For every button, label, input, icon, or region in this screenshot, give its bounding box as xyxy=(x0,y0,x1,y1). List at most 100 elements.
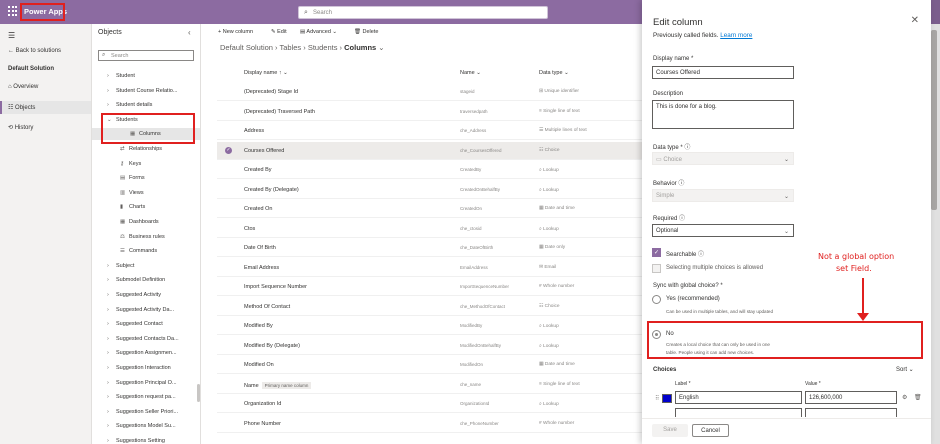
cell-display-name-text: Date Of Birth xyxy=(244,245,276,251)
delete-choice-icon[interactable]: 🗑 xyxy=(914,394,922,401)
tree-item[interactable]: › Suggested Activity Da... xyxy=(107,307,174,313)
tree-item[interactable]: › Suggestions Model Su... xyxy=(107,423,176,429)
chevron-down-icon: ⌄ xyxy=(783,157,789,163)
cell-name: ModifiedBy xyxy=(460,323,483,328)
row-selected-icon[interactable]: ✓ xyxy=(225,146,232,154)
tree-item[interactable]: › Student details xyxy=(107,102,152,108)
choice-label-input-next[interactable] xyxy=(675,408,802,417)
panel-title: Edit column xyxy=(653,17,703,28)
breadcrumb-students[interactable]: Students xyxy=(308,43,338,52)
choice-color-swatch[interactable] xyxy=(662,394,672,403)
display-name-input[interactable]: Courses Offered xyxy=(652,66,794,79)
drag-handle-icon[interactable]: ⠿ xyxy=(655,395,659,402)
tree-item-label: Suggestion Seller Priori... xyxy=(116,408,179,415)
cell-data-type: ⌕ Lookup xyxy=(539,343,559,349)
back-to-solutions-link[interactable]: ← Back to solutions xyxy=(8,48,61,54)
tree-item[interactable]: ▥ Views xyxy=(120,190,144,196)
nav-overview[interactable]: ⌂ Overview xyxy=(8,84,38,90)
chevron-right-icon: › xyxy=(107,365,109,371)
choice-settings-icon[interactable]: ⚙ xyxy=(902,394,907,401)
delete-button[interactable]: 🗑 Delete xyxy=(354,29,378,35)
table-row[interactable]: (Deprecated) Traversed Path traversedpath… xyxy=(217,103,642,121)
tree-item[interactable]: › Student Course Relatio... xyxy=(107,88,177,94)
table-row[interactable]: ✓ Courses Offered che_CoursesOffered ☷ Choi… xyxy=(217,141,642,160)
tree-item[interactable]: › Suggested Contact xyxy=(107,321,163,327)
tree-item[interactable]: › Suggestion Interaction xyxy=(107,365,171,371)
tree-item[interactable]: ⚖ Business rules xyxy=(120,234,165,240)
col-header-data-type[interactable]: Data type ⌄ xyxy=(539,70,569,76)
close-icon[interactable]: ✕ xyxy=(911,15,919,26)
table-row[interactable]: Address che_Address ☰ Multiple lines of te… xyxy=(217,122,642,140)
save-button[interactable]: Save xyxy=(652,424,688,437)
objects-search-input[interactable]: ⌕ Search xyxy=(98,50,194,61)
advanced-button[interactable]: ▤ Advanced ⌄ xyxy=(300,29,337,35)
tree-item[interactable]: ⇄ Relationships xyxy=(120,146,162,152)
tree-item[interactable]: › Suggestion Principal O... xyxy=(107,380,177,386)
cell-data-type-text: Date and time xyxy=(544,206,575,211)
cell-display-name-text: Ctos xyxy=(244,225,256,232)
nav-objects[interactable]: ☷ Objects xyxy=(0,101,91,114)
tree-item[interactable]: ⚷ Keys xyxy=(120,161,141,167)
tree-item[interactable]: › Suggested Contacts Da... xyxy=(107,336,179,342)
choice-value-input-next[interactable] xyxy=(805,408,897,417)
edit-button[interactable]: ✎ Edit xyxy=(271,29,287,35)
table-row[interactable]: Organization Id OrganizationId ⌕ Lookup xyxy=(217,395,642,413)
tree-item[interactable]: ▤ Forms xyxy=(120,175,145,181)
tree-item[interactable]: › Subject xyxy=(107,263,134,269)
cancel-button[interactable]: Cancel xyxy=(692,424,729,437)
hamburger-icon[interactable]: ☰ xyxy=(8,31,15,40)
new-column-button[interactable]: + New column xyxy=(218,29,253,35)
objects-scrollbar[interactable] xyxy=(197,384,200,402)
table-row[interactable]: Created By CreatedBy ⌕ Lookup xyxy=(217,161,642,179)
table-row[interactable]: Modified On ModifiedOn ▦ Date and time xyxy=(217,356,642,374)
tree-item[interactable]: › Suggested Activity xyxy=(107,292,161,298)
tree-item[interactable]: › Suggestion request pa... xyxy=(107,394,176,400)
choice-label-input[interactable]: English xyxy=(675,391,802,404)
cell-name: ModifiedOn xyxy=(460,362,484,367)
tree-item[interactable]: ▦ Dashboards xyxy=(120,219,159,225)
breadcrumb-tables[interactable]: Tables xyxy=(279,43,301,52)
nav-history[interactable]: ⟲ History xyxy=(8,124,33,131)
col-header-display-name[interactable]: Display name ↑ ⌄ xyxy=(244,70,288,76)
breadcrumb-solution[interactable]: Default Solution xyxy=(220,43,273,52)
collapse-pane-icon[interactable]: ‹ xyxy=(188,28,191,37)
required-select[interactable]: Optional ⌄ xyxy=(652,224,794,237)
page-scrollbar[interactable] xyxy=(931,30,937,210)
tree-item[interactable]: › Suggestions Setting xyxy=(107,438,165,444)
info-icon: ⓘ xyxy=(684,145,691,151)
cell-display-name: Phone Number xyxy=(244,421,281,427)
yes-radio[interactable] xyxy=(652,295,661,304)
table-row[interactable]: Phone Number che_PhoneNumber # Whole numbe… xyxy=(217,415,642,433)
tree-item-label: Suggestion request pa... xyxy=(116,394,176,401)
table-row[interactable]: Email Address EmailAddress ✉ Email xyxy=(217,259,642,277)
tree-item[interactable]: › Student xyxy=(107,73,135,79)
col-header-name[interactable]: Name ⌄ xyxy=(460,70,481,76)
table-row[interactable]: Ctos che_ctosid ⌕ Lookup xyxy=(217,220,642,238)
table-row[interactable]: (Deprecated) Stage Id stageid ⊞ Unique ide… xyxy=(217,83,642,101)
edit-label: Edit xyxy=(277,29,287,35)
global-search-input[interactable]: ⌕ Search xyxy=(298,6,548,19)
tree-item[interactable]: ▮ Charts xyxy=(120,204,145,210)
choice-value-input[interactable]: 126,600,000 xyxy=(805,391,897,404)
table-row[interactable]: Modified By (Delegate) ModifiedOnBehalfBy… xyxy=(217,337,642,355)
cell-data-type-text: Choice xyxy=(544,303,560,309)
table-row[interactable]: Modified By ModifiedBy ⌕ Lookup xyxy=(217,317,642,335)
table-row[interactable]: Created By (Delegate) CreatedOnBehalfBy ⌕ … xyxy=(217,181,642,199)
tree-item[interactable]: › Submodel Definition xyxy=(107,277,165,283)
tree-item[interactable]: › Suggestion Seller Priori... xyxy=(107,409,178,415)
searchable-checkbox[interactable]: ✓ xyxy=(652,248,661,257)
table-row[interactable]: Method Of Contact che_MethodOfContact ☷ Ch… xyxy=(217,298,642,316)
sort-button[interactable]: Sort ⌄ xyxy=(896,366,914,373)
table-row[interactable]: Date Of Birth che_DateOfBirth ▦ Date only xyxy=(217,239,642,257)
chevron-right-icon: › xyxy=(107,102,109,109)
table-row[interactable]: Created On CreatedOn ▦ Date and time xyxy=(217,200,642,218)
description-textarea[interactable]: This is done for a blog. xyxy=(652,100,794,129)
app-launcher-icon[interactable] xyxy=(8,6,18,16)
cell-display-name: (Deprecated) Stage Id xyxy=(244,89,298,95)
tree-item[interactable]: › Suggestion Assignmen... xyxy=(107,350,177,356)
table-row[interactable]: Name Primary name column che_name ≡ Single … xyxy=(217,376,642,394)
table-row[interactable]: Import Sequence Number ImportSequenceNumb… xyxy=(217,278,642,296)
tree-item[interactable]: ☰ Commands xyxy=(120,248,157,254)
learn-more-link[interactable]: Learn more xyxy=(720,32,752,39)
annotation-text: Not a global option set Field. xyxy=(818,251,918,275)
